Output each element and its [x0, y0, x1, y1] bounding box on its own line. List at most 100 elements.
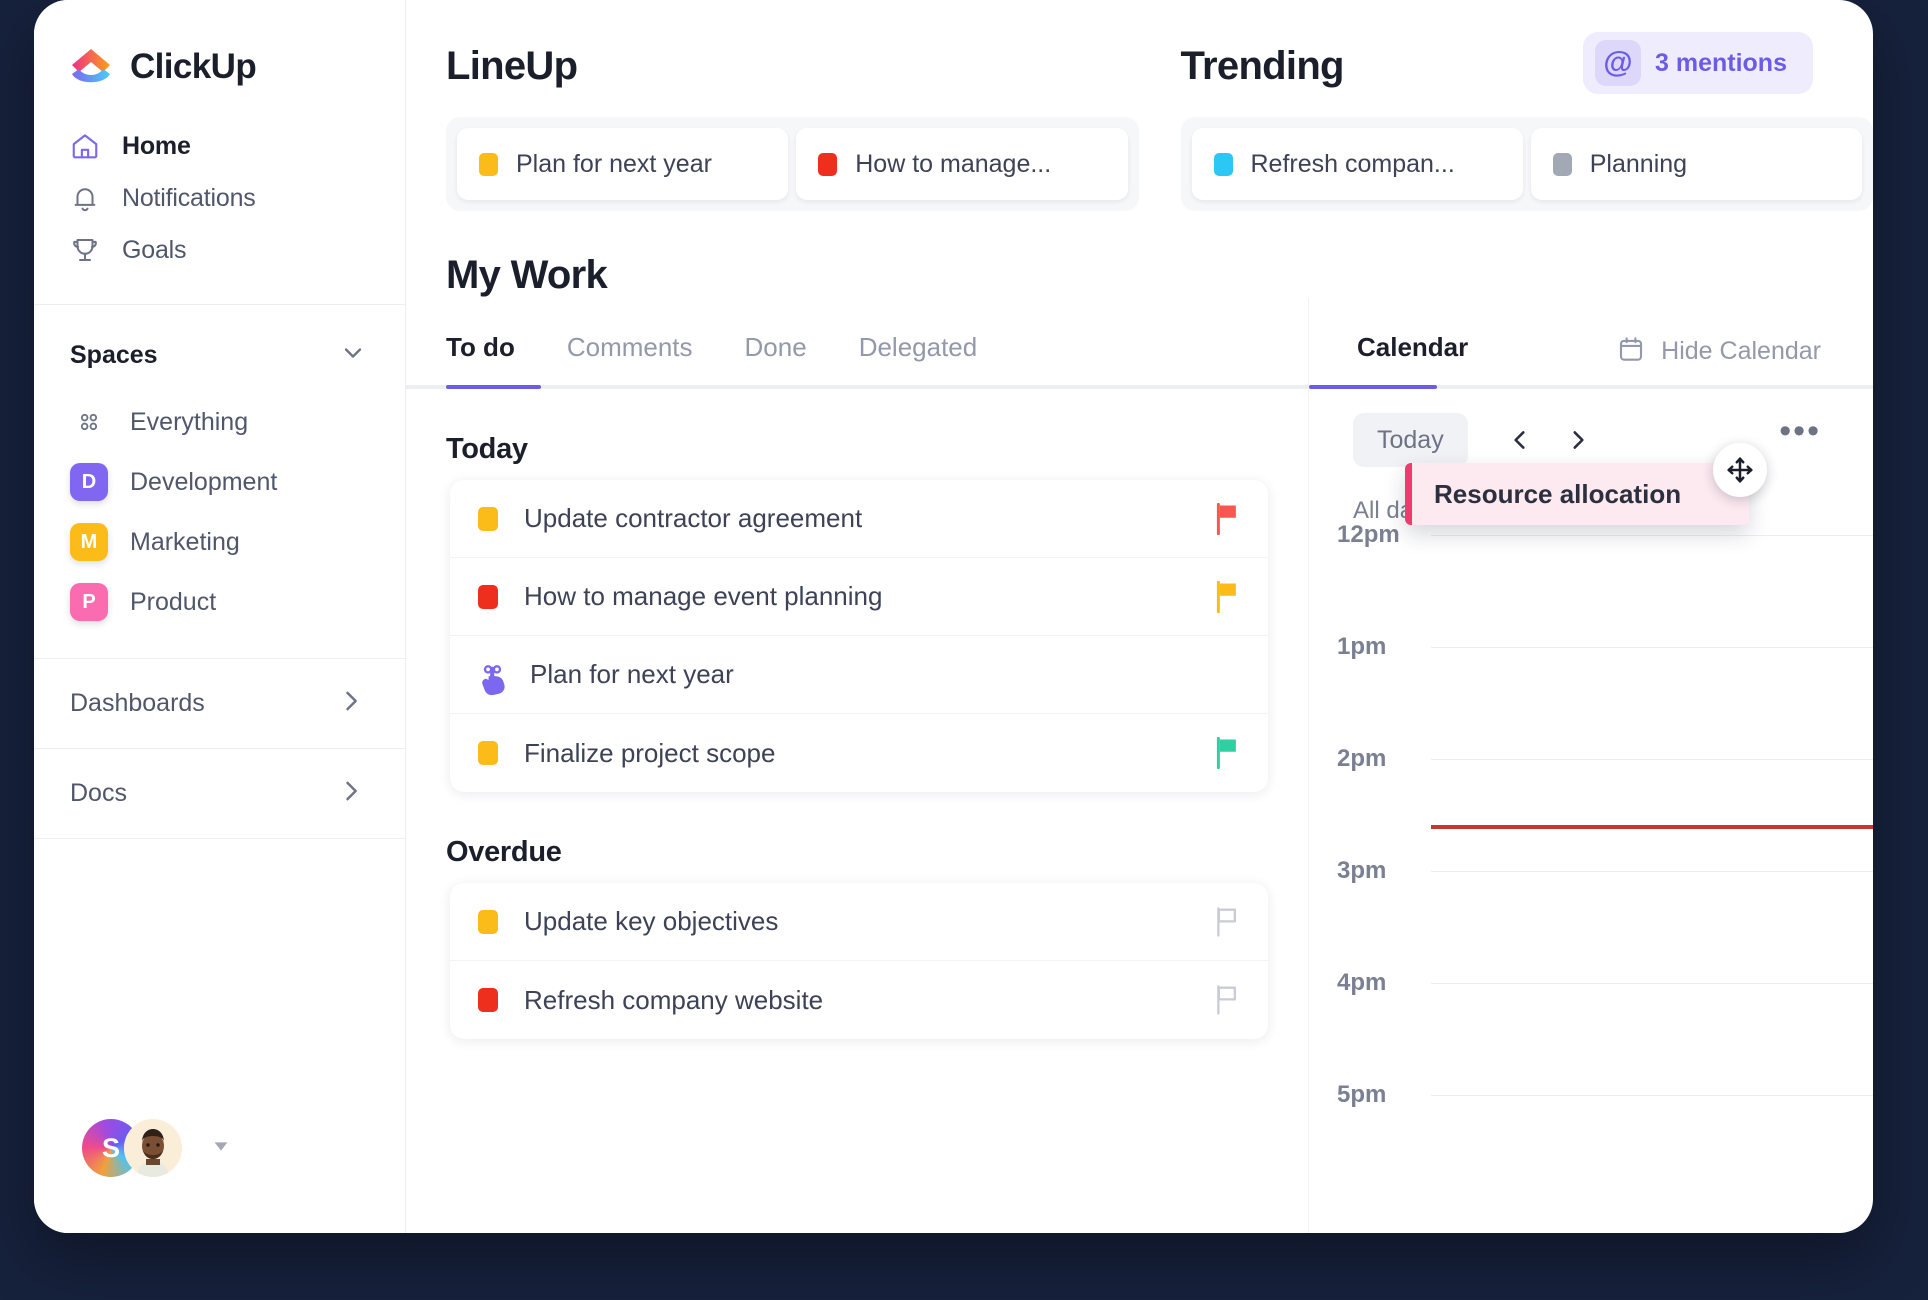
user-avatar[interactable] [124, 1119, 182, 1177]
tab-underline [406, 385, 1308, 389]
lineup-title: LineUp [446, 44, 1139, 89]
sidebar-item-goals[interactable]: Goals [34, 224, 405, 276]
sidebar-item-marketing[interactable]: M Marketing [34, 512, 405, 572]
sidebar-item-dashboards[interactable]: Dashboards [34, 659, 405, 749]
sidebar-item-development[interactable]: D Development [34, 452, 405, 512]
hour-line [1431, 1095, 1873, 1096]
hour-label: 1pm [1337, 633, 1386, 661]
trending-chip-label: Planning [1590, 150, 1687, 179]
mentions-label: 3 mentions [1655, 49, 1787, 78]
task-name: Plan for next year [530, 659, 1242, 690]
status-dot[interactable] [478, 988, 498, 1012]
lineup-chip-tray: Plan for next year How to manage... [446, 117, 1139, 211]
chevron-down-icon[interactable] [339, 339, 367, 372]
task-list-column: To do Comments Done Delegated Today Upda… [406, 298, 1308, 1233]
task-row[interactable]: Finalize project scope [450, 714, 1268, 792]
spaces-title: Spaces [70, 341, 158, 370]
task-row[interactable]: How to manage event planning [450, 558, 1268, 636]
task-row[interactable]: Plan for next year [450, 636, 1268, 714]
tab-comments[interactable]: Comments [567, 332, 693, 385]
hide-calendar-button[interactable]: Hide Calendar [1616, 334, 1821, 369]
sidebar-item-development-label: Development [130, 468, 277, 497]
priority-flag-icon[interactable] [1212, 906, 1242, 938]
hour-line [1431, 647, 1873, 648]
bell-icon [70, 183, 100, 213]
task-row[interactable]: Refresh company website [450, 961, 1268, 1039]
my-work-tabs: To do Comments Done Delegated [406, 298, 1308, 385]
hour-slot[interactable]: 3pm [1309, 871, 1873, 983]
calendar-event[interactable]: Resource allocation [1405, 463, 1749, 525]
task-row[interactable]: Update contractor agreement [450, 480, 1268, 558]
trending-chip[interactable]: Refresh compan... [1192, 128, 1523, 200]
lineup-chip[interactable]: How to manage... [796, 128, 1127, 200]
calendar-grid: 12pm 1pm 2pm 3pm [1309, 535, 1873, 1207]
sidebar-item-notifications[interactable]: Notifications [34, 172, 405, 224]
task-name: Finalize project scope [524, 738, 1212, 769]
spaces-section: Spaces Everything D Development [34, 305, 405, 659]
app-window: ClickUp Home [34, 0, 1873, 1233]
chevron-right-icon[interactable] [1552, 414, 1604, 466]
trophy-icon [70, 235, 100, 265]
sidebar-item-home[interactable]: Home [34, 120, 405, 172]
calendar-icon [1616, 334, 1646, 369]
sidebar-item-everything[interactable]: Everything [34, 392, 405, 452]
status-dot[interactable] [478, 910, 498, 934]
trending-chip-tray: Refresh compan... Planning [1181, 117, 1874, 211]
status-dot[interactable] [478, 741, 498, 765]
hour-slot[interactable]: 5pm [1309, 1095, 1873, 1207]
calendar-toolbar: Today ••• [1309, 389, 1873, 467]
ellipsis-icon[interactable]: ••• [1779, 421, 1821, 441]
spaces-header[interactable]: Spaces [34, 305, 405, 392]
priority-flag-icon[interactable] [1212, 984, 1242, 1016]
chevron-right-icon[interactable] [337, 777, 365, 810]
active-tab-indicator [446, 385, 541, 389]
avatar-stack[interactable]: S [82, 1119, 190, 1177]
priority-flag-icon[interactable] [1212, 581, 1242, 613]
task-row[interactable]: Update key objectives [450, 883, 1268, 961]
sidebar-item-docs[interactable]: Docs [34, 749, 405, 839]
status-dot[interactable] [478, 507, 498, 531]
chevron-left-icon[interactable] [1494, 414, 1546, 466]
hour-line [1431, 535, 1873, 536]
sidebar: ClickUp Home [34, 0, 406, 1233]
grid-dots-icon [70, 403, 108, 441]
account-chevron-down-icon[interactable] [210, 1135, 232, 1162]
main-content: LineUp Plan for next year How to manage.… [406, 0, 1873, 1233]
mentions-button[interactable]: @ 3 mentions [1583, 32, 1813, 94]
tab-done[interactable]: Done [745, 332, 807, 385]
lineup-chip[interactable]: Plan for next year [457, 128, 788, 200]
calendar-title: Calendar [1357, 332, 1468, 385]
status-dot[interactable] [478, 585, 498, 609]
sidebar-item-goals-label: Goals [122, 236, 186, 265]
account-area[interactable]: S [34, 1119, 405, 1233]
space-badge-marketing: M [70, 523, 108, 561]
calendar-event-title: Resource allocation [1434, 479, 1681, 510]
priority-flag-icon[interactable] [1212, 503, 1242, 535]
sidebar-item-product[interactable]: P Product [34, 572, 405, 632]
tab-to-do[interactable]: To do [446, 332, 515, 385]
brand-logo-area[interactable]: ClickUp [34, 0, 405, 120]
task-name: Update contractor agreement [524, 503, 1212, 534]
hour-slot[interactable]: 2pm [1309, 759, 1873, 871]
chevron-right-icon[interactable] [337, 687, 365, 720]
calendar-column: Calendar Hide Calendar Today [1308, 298, 1873, 1233]
hour-slot[interactable]: 1pm [1309, 647, 1873, 759]
hour-slot[interactable]: 12pm [1309, 535, 1873, 647]
hour-slot[interactable]: 4pm [1309, 983, 1873, 1095]
hour-label: 12pm [1337, 521, 1400, 549]
move-icon[interactable] [1713, 443, 1767, 497]
lineup-chip-label: Plan for next year [516, 150, 712, 179]
trending-chip[interactable]: Planning [1531, 128, 1862, 200]
priority-flag-icon[interactable] [1212, 737, 1242, 769]
status-dot [479, 153, 498, 176]
task-name: Refresh company website [524, 985, 1212, 1016]
tab-delegated[interactable]: Delegated [859, 332, 978, 385]
space-badge-development: D [70, 463, 108, 501]
sidebar-item-docs-label: Docs [70, 779, 127, 808]
status-dot [818, 153, 837, 176]
today-button[interactable]: Today [1353, 413, 1468, 467]
hour-line [1431, 871, 1873, 872]
drag-cursor-icon [478, 663, 512, 687]
current-time-indicator [1431, 825, 1873, 829]
sidebar-item-marketing-label: Marketing [130, 528, 240, 557]
